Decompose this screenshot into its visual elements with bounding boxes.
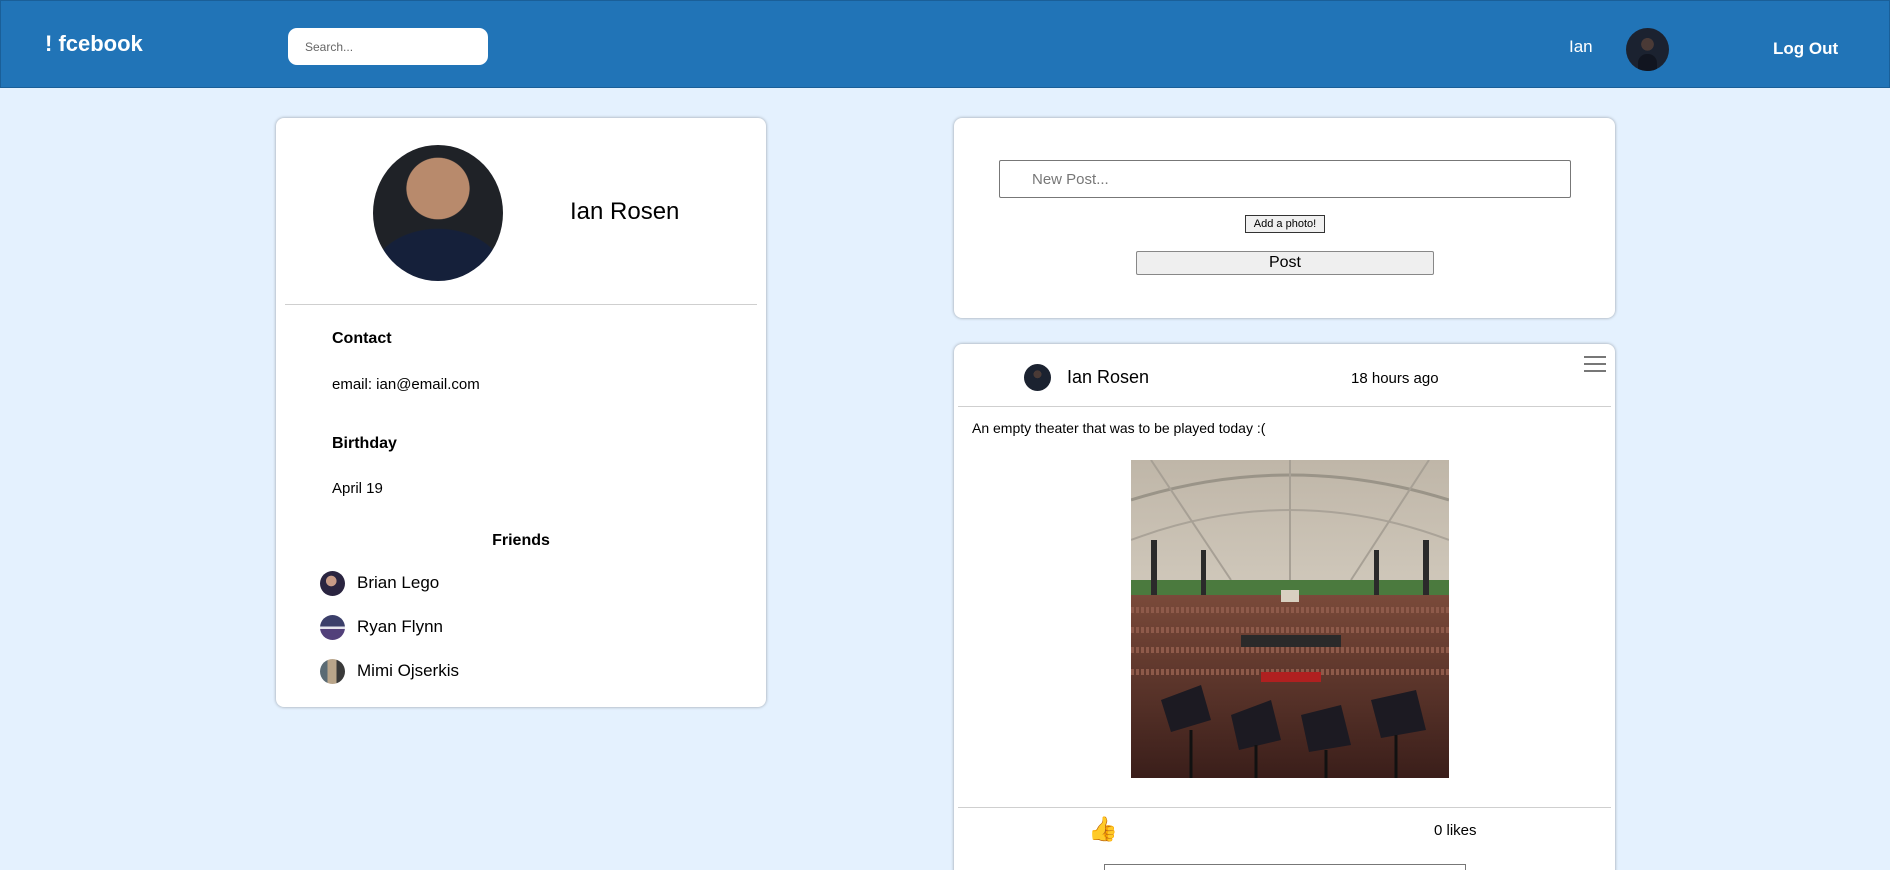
post-image	[1131, 460, 1449, 778]
friend-name: Ryan Flynn	[357, 617, 443, 636]
post-button[interactable]: Post	[1136, 251, 1434, 275]
friend-item[interactable]: Ryan Flynn	[320, 613, 443, 641]
email-value: email: ian@email.com	[332, 376, 480, 393]
post-composer: Add a photo! Post	[954, 118, 1615, 318]
post-header-divider	[958, 406, 1611, 407]
search-input[interactable]	[288, 28, 488, 65]
current-user-name[interactable]: Ian	[1569, 37, 1593, 57]
birthday-label: Birthday	[332, 435, 397, 452]
friend-item[interactable]: Mimi Ojserkis	[320, 657, 459, 685]
profile-divider	[285, 304, 757, 305]
friends-heading: Friends	[492, 532, 550, 549]
friend-item[interactable]: Brian Lego	[320, 569, 439, 597]
comment-input[interactable]	[1104, 864, 1466, 870]
post-author-name[interactable]: Ian Rosen	[1067, 367, 1149, 388]
add-photo-button[interactable]: Add a photo!	[1245, 215, 1325, 233]
friend-name: Brian Lego	[357, 573, 440, 592]
post-footer-divider	[958, 807, 1611, 808]
post-card: Ian Rosen 18 hours ago An empty theater …	[954, 344, 1615, 870]
profile-photo	[373, 145, 503, 281]
friend-name: Mimi Ojserkis	[357, 661, 459, 680]
birthday-value: April 19	[332, 480, 383, 497]
post-author-avatar[interactable]	[1024, 364, 1051, 391]
friend-avatar	[320, 614, 345, 640]
post-timestamp: 18 hours ago	[1351, 370, 1439, 387]
profile-card: Ian Rosen Contact email: ian@email.com B…	[276, 118, 766, 707]
app-logo[interactable]: ! fcebook	[45, 31, 143, 57]
thumbs-up-icon[interactable]: 👍	[1088, 815, 1118, 844]
profile-name: Ian Rosen	[570, 198, 680, 225]
logout-button[interactable]: Log Out	[1773, 39, 1838, 59]
top-nav-bar: ! fcebook Ian Log Out	[0, 0, 1890, 88]
friend-avatar	[320, 658, 345, 684]
likes-count: 0 likes	[1434, 822, 1477, 839]
new-post-input[interactable]	[999, 160, 1571, 198]
post-menu-icon[interactable]	[1584, 356, 1606, 372]
contact-label: Contact	[332, 330, 392, 347]
current-user-avatar[interactable]	[1626, 28, 1669, 71]
friend-avatar	[320, 570, 345, 596]
post-text: An empty theater that was to be played t…	[972, 420, 1266, 436]
